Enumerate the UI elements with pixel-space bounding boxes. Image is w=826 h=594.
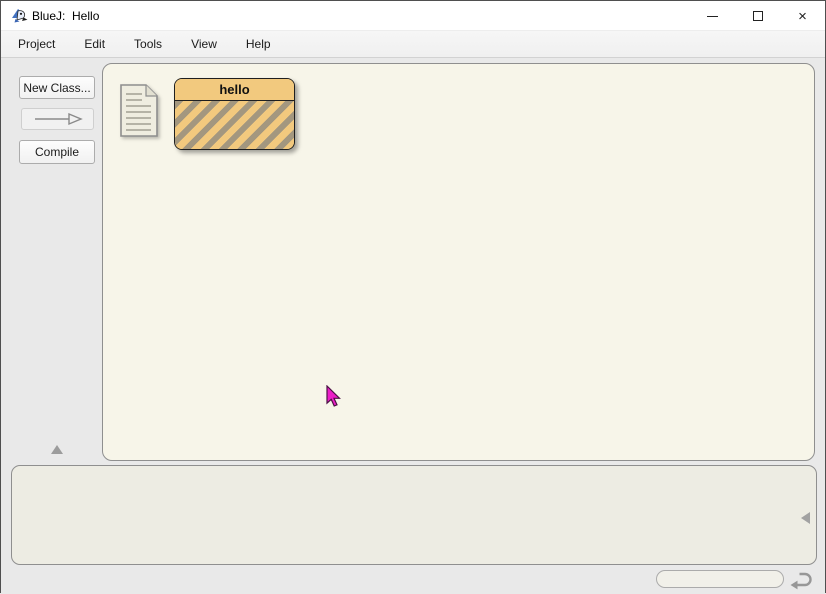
object-bench[interactable]	[11, 465, 817, 565]
maximize-button[interactable]	[735, 1, 780, 31]
bluej-bird-icon	[10, 7, 28, 25]
minimize-button[interactable]	[690, 1, 735, 31]
compile-button[interactable]: Compile	[19, 140, 95, 164]
class-name-label: hello	[175, 79, 294, 101]
inheritance-arrow-icon	[32, 112, 84, 126]
expand-tools-triangle[interactable]	[51, 445, 63, 454]
minimize-icon	[707, 16, 718, 17]
class-diagram-canvas[interactable]: hello	[102, 63, 815, 461]
restart-vm-arrow-icon[interactable]	[789, 567, 815, 591]
collapse-codepad-triangle[interactable]	[801, 512, 810, 524]
bluej-main-window: BlueJ: Hello × Project Edit Tools View H…	[0, 0, 826, 593]
close-icon: ×	[798, 9, 807, 24]
maximize-icon	[753, 11, 763, 21]
vm-activity-indicator	[656, 570, 784, 588]
status-bar	[1, 565, 825, 594]
menu-project[interactable]: Project	[10, 32, 63, 56]
menu-tools[interactable]: Tools	[126, 32, 170, 56]
window-title: BlueJ: Hello	[32, 1, 99, 31]
menu-help[interactable]: Help	[238, 32, 279, 56]
menu-edit[interactable]: Edit	[76, 32, 113, 56]
class-uncompiled-stripes	[175, 101, 294, 150]
class-hello[interactable]: hello	[174, 78, 295, 150]
mouse-cursor	[326, 385, 342, 407]
new-class-button[interactable]: New Class...	[19, 76, 95, 99]
inheritance-arrow-button[interactable]	[21, 108, 94, 130]
title-bar: BlueJ: Hello ×	[1, 1, 825, 31]
readme-document-icon[interactable]	[120, 84, 158, 137]
window-controls: ×	[690, 1, 825, 31]
close-button[interactable]: ×	[780, 1, 825, 31]
menu-view[interactable]: View	[183, 32, 225, 56]
menu-bar: Project Edit Tools View Help	[1, 31, 825, 58]
